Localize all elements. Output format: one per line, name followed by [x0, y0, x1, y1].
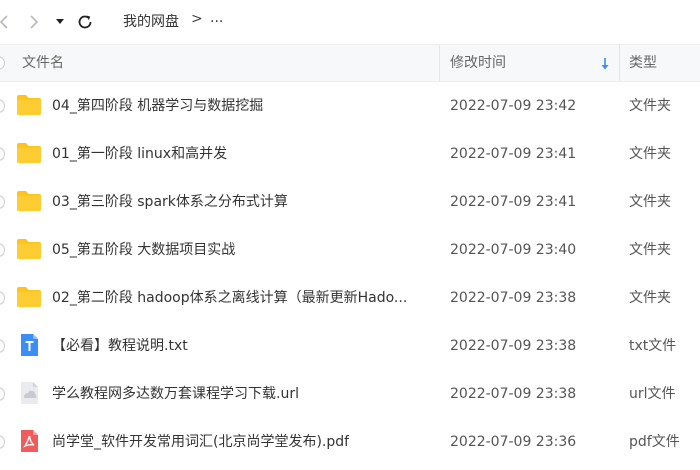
file-row[interactable]: 05_第五阶段 大数据项目实战 2022-07-09 23:40 文件夹: [0, 226, 700, 274]
file-modified-time: 2022-07-09 23:36: [450, 434, 577, 450]
file-row[interactable]: 02_第二阶段 hadoop体系之离线计算（最新更新Hado... 2022-0…: [0, 274, 700, 322]
forward-button[interactable]: [24, 8, 44, 36]
file-modified-time: 2022-07-09 23:41: [450, 146, 577, 162]
breadcrumb-more[interactable]: ...: [210, 10, 223, 26]
folder-icon: [17, 191, 41, 211]
chevron-right-icon: [30, 15, 39, 29]
caret-down-icon: [56, 19, 64, 24]
column-divider[interactable]: [439, 45, 440, 81]
file-type: 文件夹: [629, 194, 671, 210]
row-checkbox[interactable]: [0, 243, 5, 257]
folder-icon: [17, 239, 41, 259]
file-type: 文件夹: [629, 242, 671, 258]
row-checkbox[interactable]: [0, 147, 5, 161]
file-modified-time: 2022-07-09 23:42: [450, 98, 577, 114]
file-name[interactable]: 05_第五阶段 大数据项目实战: [52, 226, 235, 274]
file-modified-time: 2022-07-09 23:41: [450, 194, 577, 210]
folder-icon: [17, 143, 41, 163]
url-file-icon: [21, 382, 38, 404]
column-header-name[interactable]: 文件名: [22, 45, 64, 81]
file-row[interactable]: 03_第三阶段 spark体系之分布式计算 2022-07-09 23:41 文…: [0, 178, 700, 226]
file-modified-time: 2022-07-09 23:40: [450, 242, 577, 258]
column-header-time[interactable]: 修改时间: [450, 45, 506, 81]
history-dropdown-button[interactable]: [52, 8, 68, 36]
select-all-checkbox[interactable]: [0, 56, 5, 70]
column-header-type[interactable]: 类型: [629, 45, 657, 81]
file-type: txt文件: [629, 338, 677, 354]
toolbar: 我的网盘 > ...: [0, 0, 700, 44]
file-name[interactable]: 04_第四阶段 机器学习与数据挖掘: [52, 82, 263, 130]
file-modified-time: 2022-07-09 23:38: [450, 290, 577, 306]
file-list-header: 文件名 修改时间 类型: [0, 44, 700, 82]
file-name[interactable]: 尚学堂_软件开发常用词汇(北京尚学堂发布).pdf: [52, 418, 349, 466]
chevron-left-icon: [0, 15, 8, 29]
file-row[interactable]: 学么教程网多达数万套课程学习下载.url 2022-07-09 23:38 ur…: [0, 370, 700, 418]
file-name[interactable]: 03_第三阶段 spark体系之分布式计算: [52, 178, 288, 226]
breadcrumb-root[interactable]: 我的网盘: [123, 11, 179, 31]
row-checkbox[interactable]: [0, 291, 5, 305]
column-divider[interactable]: [619, 45, 620, 81]
refresh-button[interactable]: [74, 8, 96, 36]
refresh-icon: [78, 15, 92, 29]
file-type: 文件夹: [629, 290, 671, 306]
file-row[interactable]: 尚学堂_软件开发常用词汇(北京尚学堂发布).pdf 2022-07-09 23:…: [0, 418, 700, 466]
file-type: pdf文件: [629, 434, 680, 450]
back-button[interactable]: [0, 8, 12, 36]
folder-icon: [17, 95, 41, 115]
row-checkbox[interactable]: [0, 99, 5, 113]
file-name[interactable]: 【必看】教程说明.txt: [52, 322, 188, 370]
file-type: url文件: [629, 386, 676, 402]
row-checkbox[interactable]: [0, 435, 5, 449]
file-modified-time: 2022-07-09 23:38: [450, 386, 577, 402]
breadcrumb-separator: >: [191, 11, 203, 27]
file-modified-time: 2022-07-09 23:38: [450, 338, 577, 354]
file-row[interactable]: 04_第四阶段 机器学习与数据挖掘 2022-07-09 23:42 文件夹: [0, 82, 700, 130]
row-checkbox[interactable]: [0, 387, 5, 401]
row-checkbox[interactable]: [0, 195, 5, 209]
file-row[interactable]: 【必看】教程说明.txt 2022-07-09 23:38 txt文件: [0, 322, 700, 370]
file-name[interactable]: 学么教程网多达数万套课程学习下载.url: [52, 370, 299, 418]
txt-file-icon: [21, 334, 38, 356]
file-manager-window: 我的网盘 > ... 文件名 修改时间 类型 04_第四阶段 机器学习与数据挖掘…: [0, 0, 700, 470]
file-type: 文件夹: [629, 146, 671, 162]
file-name[interactable]: 01_第一阶段 linux和高并发: [52, 130, 227, 178]
row-checkbox[interactable]: [0, 339, 5, 353]
folder-icon: [17, 287, 41, 307]
file-type: 文件夹: [629, 98, 671, 114]
file-row[interactable]: 01_第一阶段 linux和高并发 2022-07-09 23:41 文件夹: [0, 130, 700, 178]
file-name[interactable]: 02_第二阶段 hadoop体系之离线计算（最新更新Hado...: [52, 274, 407, 322]
sort-descending-icon[interactable]: [600, 57, 610, 71]
pdf-file-icon: [21, 430, 38, 452]
